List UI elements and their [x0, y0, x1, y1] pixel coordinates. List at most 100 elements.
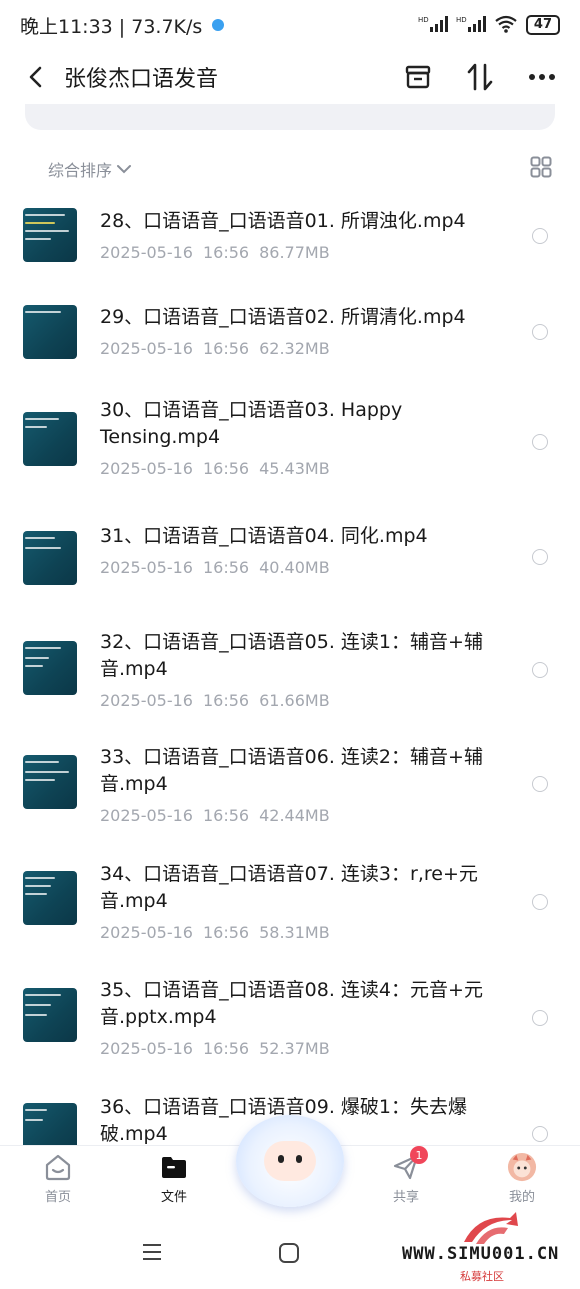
video-thumbnail [23, 305, 77, 359]
tab-profile-label: 我的 [508, 1190, 535, 1205]
list-item[interactable]: 30、口语语音_口语语音03. Happy Tensing.mp4 2025-0… [0, 383, 580, 506]
file-info: 33、口语语音_口语语音06. 连读2：辅音+辅音.mp4 2025-05-16… [100, 744, 500, 825]
file-time: 16:56 [202, 1039, 250, 1058]
watermark-subtext: 私募社区 [460, 1270, 504, 1283]
file-name: 34、口语语音_口语语音07. 连读3：r,re+元音.mp4 [100, 863, 478, 912]
list-item[interactable]: 31、口语语音_口语语音04. 同化.mp4 2025-05-16 16:56 40… [0, 506, 580, 611]
file-info: 29、口语语音_口语语音02. 所谓清化.mp4 2025-05-16 16:56… [100, 304, 500, 358]
grid-view-icon[interactable] [530, 156, 552, 182]
watermark-logo: WWW.SIMU001.CN 私募社区 [400, 1208, 580, 1288]
select-radio[interactable] [532, 434, 548, 450]
file-time: 16:56 [202, 806, 250, 825]
video-thumbnail [23, 871, 77, 925]
select-radio[interactable] [532, 228, 548, 244]
chevron-down-icon[interactable] [116, 160, 132, 179]
watermark-text: WWW.SIMU001.CN [402, 1244, 560, 1264]
file-meta: 2025-05-16 16:56 86.77MB [100, 243, 500, 262]
file-size: 42.44MB [259, 806, 330, 825]
file-meta: 2025-05-16 16:56 42.44MB [100, 806, 500, 825]
file-size: 86.77MB [259, 243, 330, 262]
recents-icon[interactable] [140, 1242, 164, 1262]
file-meta: 2025-05-16 16:56 40.40MB [100, 558, 500, 577]
tab-home[interactable]: 首页 [0, 1146, 116, 1215]
svg-text:HD: HD [456, 16, 467, 24]
file-name: 30、口语语音_口语语音03. Happy Tensing.mp4 [100, 399, 403, 448]
video-thumbnail [23, 531, 77, 585]
video-thumbnail [23, 208, 77, 262]
select-radio[interactable] [532, 1010, 548, 1026]
file-time: 16:56 [202, 459, 250, 478]
file-meta: 2025-05-16 16:56 45.43MB [100, 459, 500, 478]
tab-share[interactable]: 1 共享 [348, 1146, 464, 1215]
search-bar[interactable] [25, 104, 555, 130]
file-time: 16:56 [202, 558, 250, 577]
more-icon[interactable] [526, 61, 558, 93]
file-size: 58.31MB [259, 923, 330, 942]
status-bar: 晚上11:33 | 73.7K/s HD HD 47 [0, 0, 580, 50]
file-date: 2025-05-16 [100, 1039, 193, 1058]
file-date: 2025-05-16 [100, 243, 193, 262]
file-info: 32、口语语音_口语语音05. 连读1：辅音+辅音.mp4 2025-05-16… [100, 629, 500, 710]
video-thumbnail [23, 755, 77, 809]
select-radio[interactable] [532, 662, 548, 678]
back-icon[interactable] [22, 63, 50, 91]
file-list: 28、口语语音_口语语音01. 所谓浊化.mp4 2025-05-16 16:56… [0, 190, 580, 1145]
file-size: 61.66MB [259, 691, 330, 710]
file-meta: 2025-05-16 16:56 58.31MB [100, 923, 500, 942]
file-info: 30、口语语音_口语语音03. Happy Tensing.mp4 2025-0… [100, 397, 500, 478]
file-name: 31、口语语音_口语语音04. 同化.mp4 [100, 525, 428, 547]
file-name: 29、口语语音_口语语音02. 所谓清化.mp4 [100, 306, 466, 328]
sort-arrows-icon[interactable] [464, 61, 496, 93]
sort-dropdown[interactable]: 综合排序 [48, 157, 112, 181]
file-time: 16:56 [202, 691, 250, 710]
list-item[interactable]: 28、口语语音_口语语音01. 所谓浊化.mp4 2025-05-16 16:56… [0, 190, 580, 286]
file-size: 62.32MB [259, 339, 330, 358]
sort-bar: 综合排序 [48, 150, 558, 188]
file-date: 2025-05-16 [100, 339, 193, 358]
video-thumbnail [23, 1103, 77, 1145]
file-date: 2025-05-16 [100, 558, 193, 577]
file-size: 45.43MB [259, 459, 330, 478]
video-thumbnail [23, 988, 77, 1042]
home-nav-icon[interactable] [278, 1242, 300, 1264]
status-time-speed: 晚上11:33 | 73.7K/s [20, 15, 203, 38]
tab-share-label: 共享 [392, 1190, 419, 1205]
file-name: 28、口语语音_口语语音01. 所谓浊化.mp4 [100, 210, 466, 232]
list-item[interactable]: 33、口语语音_口语语音06. 连读2：辅音+辅音.mp4 2025-05-16… [0, 726, 580, 843]
file-info: 35、口语语音_口语语音08. 连读4：元音+元音.pptx.mp4 2025-… [100, 977, 500, 1058]
list-item[interactable]: 34、口语语音_口语语音07. 连读3：r,re+元音.mp4 2025-05-… [0, 843, 580, 959]
file-time: 16:56 [202, 243, 250, 262]
select-radio[interactable] [532, 1126, 548, 1142]
file-meta: 2025-05-16 16:56 52.37MB [100, 1039, 500, 1058]
file-name: 35、口语语音_口语语音08. 连读4：元音+元音.pptx.mp4 [100, 979, 483, 1028]
select-radio[interactable] [532, 549, 548, 565]
file-info: 34、口语语音_口语语音07. 连读3：r,re+元音.mp4 2025-05-… [100, 861, 500, 942]
header-actions [402, 61, 558, 93]
select-radio[interactable] [532, 894, 548, 910]
notification-badge: 1 [410, 1146, 428, 1164]
tab-files[interactable]: 文件 [116, 1146, 232, 1215]
avatar-icon [507, 1152, 537, 1182]
home-icon [43, 1152, 73, 1182]
file-date: 2025-05-16 [100, 806, 193, 825]
notification-dot-icon [212, 19, 225, 31]
video-thumbnail [23, 412, 77, 466]
select-radio[interactable] [532, 776, 548, 792]
page-title: 张俊杰口语发音 [64, 67, 219, 92]
file-date: 2025-05-16 [100, 459, 193, 478]
tab-profile[interactable]: 我的 [464, 1146, 580, 1215]
list-item[interactable]: 29、口语语音_口语语音02. 所谓清化.mp4 2025-05-16 16:56… [0, 286, 580, 383]
tab-home-label: 首页 [44, 1190, 71, 1205]
signal-icon: HD [418, 15, 448, 36]
file-date: 2025-05-16 [100, 691, 193, 710]
file-size: 52.37MB [259, 1039, 330, 1058]
status-left: 晚上11:33 | 73.7K/s [20, 12, 225, 39]
list-item[interactable]: 32、口语语音_口语语音05. 连读1：辅音+辅音.mp4 2025-05-16… [0, 611, 580, 726]
archive-box-icon[interactable] [402, 61, 434, 93]
select-radio[interactable] [532, 324, 548, 340]
svg-text:HD: HD [418, 16, 429, 24]
list-item[interactable]: 35、口语语音_口语语音08. 连读4：元音+元音.pptx.mp4 2025-… [0, 959, 580, 1076]
battery-indicator: 47 [525, 15, 560, 35]
mascot-face [264, 1141, 316, 1181]
mascot-icon[interactable] [236, 1115, 344, 1207]
